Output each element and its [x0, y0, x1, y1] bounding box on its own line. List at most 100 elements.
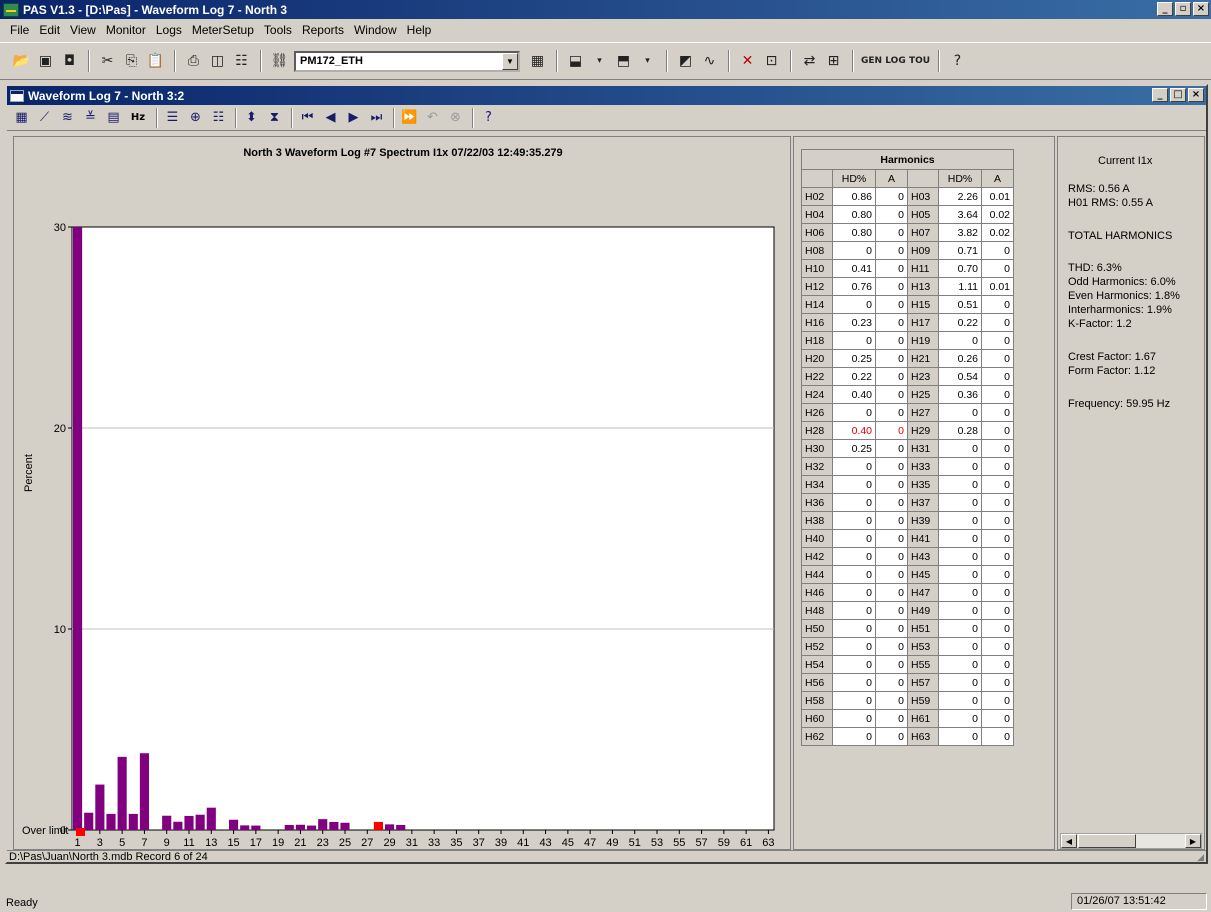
print-icon[interactable]: ⎙ — [182, 50, 205, 72]
channels-icon[interactable]: ☰ — [162, 108, 183, 128]
x-tick-label: 1 — [75, 837, 81, 849]
maximize-icon[interactable]: □ — [1170, 88, 1186, 102]
clear-icon[interactable]: ⊡ — [760, 50, 783, 72]
harmonic-label: H39 — [907, 511, 939, 530]
amps-cell: 0 — [875, 727, 908, 746]
tou-icon[interactable]: TOU — [908, 50, 931, 72]
summary-pane: Current I1x RMS: 0.56 A H01 RMS: 0.55 A … — [1057, 136, 1205, 850]
dropdown-arrow-icon[interactable]: ▾ — [636, 50, 659, 72]
menu-help[interactable]: Help — [403, 23, 438, 37]
amps-cell: 0 — [875, 205, 908, 224]
data-table-icon[interactable]: ▦ — [526, 50, 549, 72]
upload-icon[interactable]: ⬓ — [564, 50, 587, 72]
hd-percent-cell: 0 — [938, 475, 982, 494]
overlay-view-icon[interactable]: ≋ — [57, 108, 78, 128]
menu-logs[interactable]: Logs — [152, 23, 188, 37]
waveform-icon[interactable]: ∿ — [698, 50, 721, 72]
previous-record-icon[interactable]: ◀ — [320, 108, 341, 128]
harmonic-label: H45 — [907, 565, 939, 584]
x-tick-label: 19 — [272, 837, 284, 849]
close-icon[interactable]: × — [1193, 2, 1209, 16]
save-all-icon[interactable]: ◘ — [58, 50, 81, 72]
menu-metersetup[interactable]: MeterSetup — [188, 23, 260, 37]
cancel-icon[interactable]: ⊗ — [445, 108, 466, 128]
reset-icon[interactable]: ⊞ — [822, 50, 845, 72]
print-preview-icon[interactable]: ◫ — [206, 50, 229, 72]
table-row: H06 0.80 0 H07 3.82 0.02 — [801, 223, 1014, 242]
help-icon[interactable]: ? — [946, 50, 969, 72]
menu-file[interactable]: File — [6, 23, 35, 37]
menu-reports[interactable]: Reports — [298, 23, 350, 37]
bar — [139, 753, 149, 830]
waveform-log-window: Waveform Log 7 - North 3:2 _ □ × ▦ ⟋ ≋ ≚… — [5, 84, 1208, 864]
scroll-right-icon[interactable]: ▶ — [1185, 834, 1201, 848]
hd-percent-cell: 0 — [832, 709, 876, 728]
child-title: Waveform Log 7 - North 3:2 — [28, 88, 185, 103]
minimize-icon[interactable]: _ — [1157, 2, 1173, 16]
cut-icon[interactable]: ✂ — [96, 50, 119, 72]
download-icon[interactable]: ⬒ — [612, 50, 635, 72]
phasor-icon[interactable]: ⊕ — [185, 108, 206, 128]
x-tick-label: 41 — [517, 837, 529, 849]
fast-forward-icon[interactable]: ⏩ — [399, 108, 420, 128]
gen-icon[interactable]: GEN — [860, 50, 883, 72]
log-icon[interactable]: LOG — [884, 50, 907, 72]
bar — [240, 825, 250, 830]
table-view-icon[interactable]: ▦ — [11, 108, 32, 128]
copy-icon[interactable]: ⎘ — [120, 50, 143, 72]
help-icon[interactable]: ? — [478, 108, 499, 128]
scroll-left-icon[interactable]: ◀ — [1061, 834, 1077, 848]
close-icon[interactable]: × — [1188, 88, 1204, 102]
bar-over-limit — [373, 821, 383, 830]
harmonics-pane: Harmonics HD% A HD% A H02 0.86 0 H03 2.26 0.0… — [793, 136, 1055, 850]
next-record-icon[interactable]: ▶ — [343, 108, 364, 128]
menu-edit[interactable]: Edit — [35, 23, 66, 37]
h01-rms-value: H01 RMS: 0.55 A — [1068, 197, 1153, 209]
menu-window[interactable]: Window — [350, 23, 403, 37]
multi-view-icon[interactable]: ≚ — [80, 108, 101, 128]
hd-percent-cell: 0 — [832, 493, 876, 512]
first-record-icon[interactable]: ⏮ — [297, 108, 318, 128]
zoom-horizontal-icon[interactable]: ⧗ — [264, 108, 285, 128]
resize-grip-icon[interactable]: ◢ — [1197, 851, 1204, 864]
device-select[interactable]: PM172_ETH ▼ — [294, 50, 520, 72]
x-tick-label: 21 — [294, 837, 306, 849]
chart-icon[interactable]: ◩ — [674, 50, 697, 72]
harmonic-label: H36 — [801, 493, 833, 512]
hd-percent-cell: 0 — [938, 439, 982, 458]
properties-icon[interactable]: ☷ — [230, 50, 253, 72]
dropdown-arrow-icon[interactable]: ▾ — [588, 50, 611, 72]
menu-tools[interactable]: Tools — [260, 23, 298, 37]
minimize-icon[interactable]: _ — [1152, 88, 1168, 102]
harmonic-label: H30 — [801, 439, 833, 458]
connect-icon[interactable]: ⛓ — [268, 50, 291, 72]
properties-icon[interactable]: ☷ — [208, 108, 229, 128]
amps-cell: 0 — [981, 241, 1014, 260]
save-icon[interactable]: ▣ — [34, 50, 57, 72]
spectrum-view-icon[interactable]: ▤ — [103, 108, 124, 128]
frequency-button[interactable]: Hz — [126, 108, 150, 128]
chevron-down-icon[interactable]: ▼ — [502, 52, 518, 70]
hd-percent-cell: 0 — [938, 601, 982, 620]
column-header: HD% — [938, 169, 982, 188]
table-row: H32 0 0 H33 0 0 — [801, 457, 1014, 476]
transfer-icon[interactable]: ⇄ — [798, 50, 821, 72]
scroll-thumb[interactable] — [1078, 834, 1136, 848]
horizontal-scrollbar[interactable]: ◀ ▶ — [1060, 833, 1202, 849]
table-row: H16 0.23 0 H17 0.22 0 — [801, 313, 1014, 332]
last-record-icon[interactable]: ⏭ — [366, 108, 387, 128]
menu-view[interactable]: View — [66, 23, 102, 37]
open-icon[interactable]: 📂 — [10, 50, 33, 72]
hd-percent-cell: 0.80 — [832, 205, 876, 224]
undo-icon[interactable]: ↶ — [422, 108, 443, 128]
hd-percent-cell: 0.22 — [938, 313, 982, 332]
app-title: PAS V1.3 - [D:\Pas] - Waveform Log 7 - N… — [23, 2, 288, 17]
hd-percent-cell: 2.26 — [938, 187, 982, 206]
thd-value: THD: 6.3% — [1068, 262, 1122, 274]
menu-monitor[interactable]: Monitor — [102, 23, 152, 37]
zoom-vertical-icon[interactable]: ⬍ — [241, 108, 262, 128]
waveform-view-icon[interactable]: ⟋ — [34, 108, 55, 128]
restore-icon[interactable]: ▫ — [1175, 2, 1191, 16]
paste-icon[interactable]: 📋 — [144, 50, 167, 72]
delete-icon[interactable]: ✕ — [736, 50, 759, 72]
